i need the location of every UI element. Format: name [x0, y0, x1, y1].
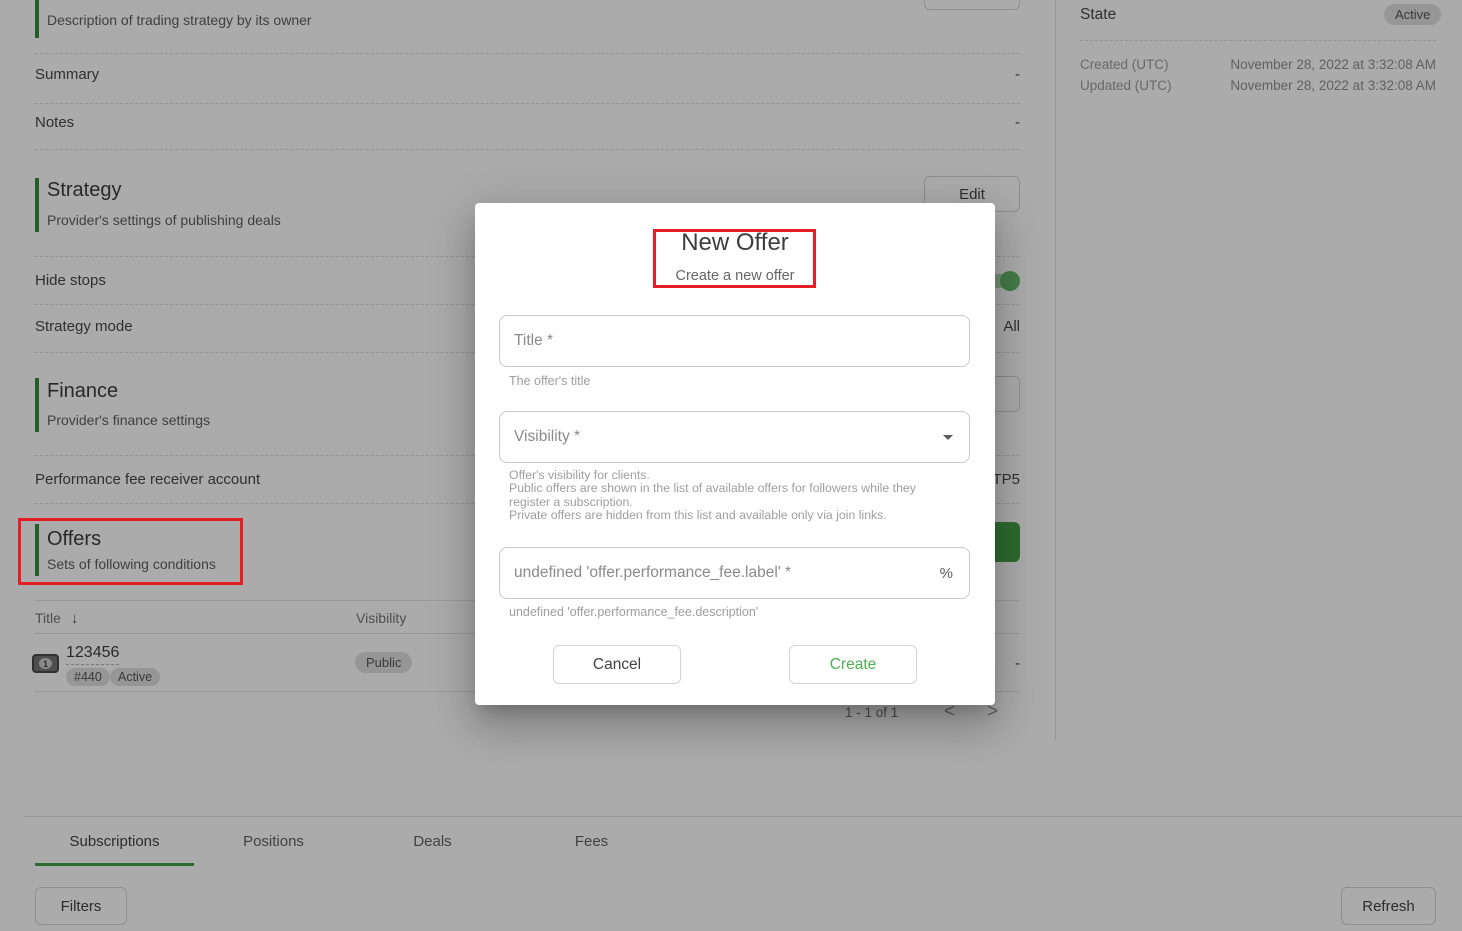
visibility-helper-line: Private offers are hidden from this list…	[509, 509, 949, 522]
performance-fee-helper: undefined 'offer.performance_fee.descrip…	[509, 605, 758, 619]
dialog-title: New Offer	[475, 229, 995, 257]
title-field	[499, 315, 970, 367]
visibility-helper: Offer's visibility for clients. Public o…	[509, 469, 949, 523]
visibility-helper-line: Public offers are shown in the list of a…	[509, 482, 949, 495]
visibility-helper-line: register a subscription.	[509, 496, 949, 509]
visibility-select[interactable]: Visibility *	[499, 411, 970, 463]
visibility-helper-line: Offer's visibility for clients.	[509, 469, 949, 482]
create-button[interactable]: Create	[789, 645, 917, 684]
visibility-select-label: Visibility *	[500, 428, 943, 446]
provider-details-page: Description of trading strategy by its o…	[0, 0, 1462, 931]
new-offer-dialog: New Offer Create a new offer The offer's…	[475, 203, 995, 705]
chevron-down-icon	[943, 435, 953, 440]
performance-fee-input[interactable]	[500, 548, 940, 598]
dialog-subtitle: Create a new offer	[475, 268, 995, 284]
percent-suffix: %	[940, 565, 969, 582]
title-input[interactable]	[500, 316, 969, 366]
title-helper: The offer's title	[509, 374, 590, 388]
cancel-button[interactable]: Cancel	[553, 645, 681, 684]
performance-fee-field: %	[499, 547, 970, 599]
